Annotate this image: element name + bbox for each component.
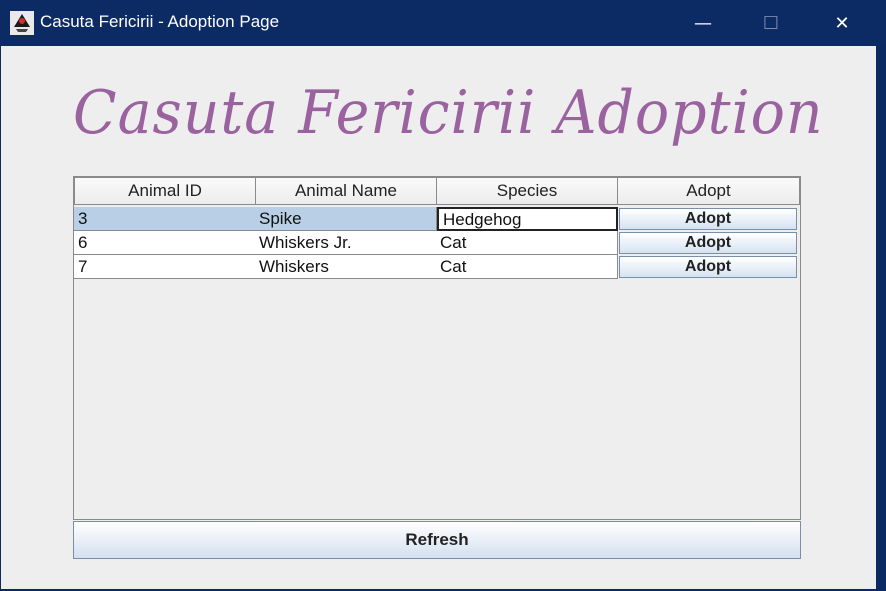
column-header-species[interactable]: Species (436, 177, 618, 205)
refresh-button[interactable]: Refresh (73, 521, 801, 559)
table-row[interactable]: 7 Whiskers Cat Adopt (74, 255, 800, 279)
column-header-animal-name[interactable]: Animal Name (255, 177, 437, 205)
content-panel: Casuta Fericirii Adoption Animal ID Anim… (1, 46, 876, 589)
cell-animal-name[interactable]: Spike (255, 207, 437, 231)
cell-animal-id[interactable]: 3 (74, 207, 256, 231)
column-header-adopt[interactable]: Adopt (617, 177, 800, 205)
cell-animal-id[interactable]: 7 (74, 255, 256, 279)
page-heading: Casuta Fericirii Adoption (73, 78, 824, 148)
window-title: Casuta Fericirii - Adoption Page (40, 12, 280, 31)
close-button[interactable]: ✕ (808, 0, 876, 46)
maximize-button[interactable]: ☐ (737, 0, 805, 46)
title-bar: Casuta Fericirii - Adoption Page — ☐ ✕ (0, 0, 886, 46)
table-row[interactable]: 3 Spike Hedgehog Adopt (74, 207, 800, 231)
cell-animal-name[interactable]: Whiskers Jr. (255, 231, 437, 255)
cell-animal-name[interactable]: Whiskers (255, 255, 437, 279)
minimize-button[interactable]: — (669, 0, 737, 46)
adopt-button[interactable]: Adopt (619, 256, 797, 278)
adopt-button[interactable]: Adopt (619, 208, 797, 230)
cell-animal-id[interactable]: 6 (74, 231, 256, 255)
animals-table: Animal ID Animal Name Species Adopt 3 Sp… (73, 176, 801, 520)
column-header-animal-id[interactable]: Animal ID (74, 177, 256, 205)
java-duke-icon (10, 11, 34, 35)
cell-species[interactable]: Cat (436, 231, 618, 255)
adopt-button[interactable]: Adopt (619, 232, 797, 254)
cell-species[interactable]: Cat (436, 255, 618, 279)
table-header: Animal ID Animal Name Species Adopt (74, 177, 800, 207)
cell-species-editor[interactable]: Hedgehog (437, 207, 618, 231)
table-row[interactable]: 6 Whiskers Jr. Cat Adopt (74, 231, 800, 255)
window-edge (876, 46, 886, 591)
